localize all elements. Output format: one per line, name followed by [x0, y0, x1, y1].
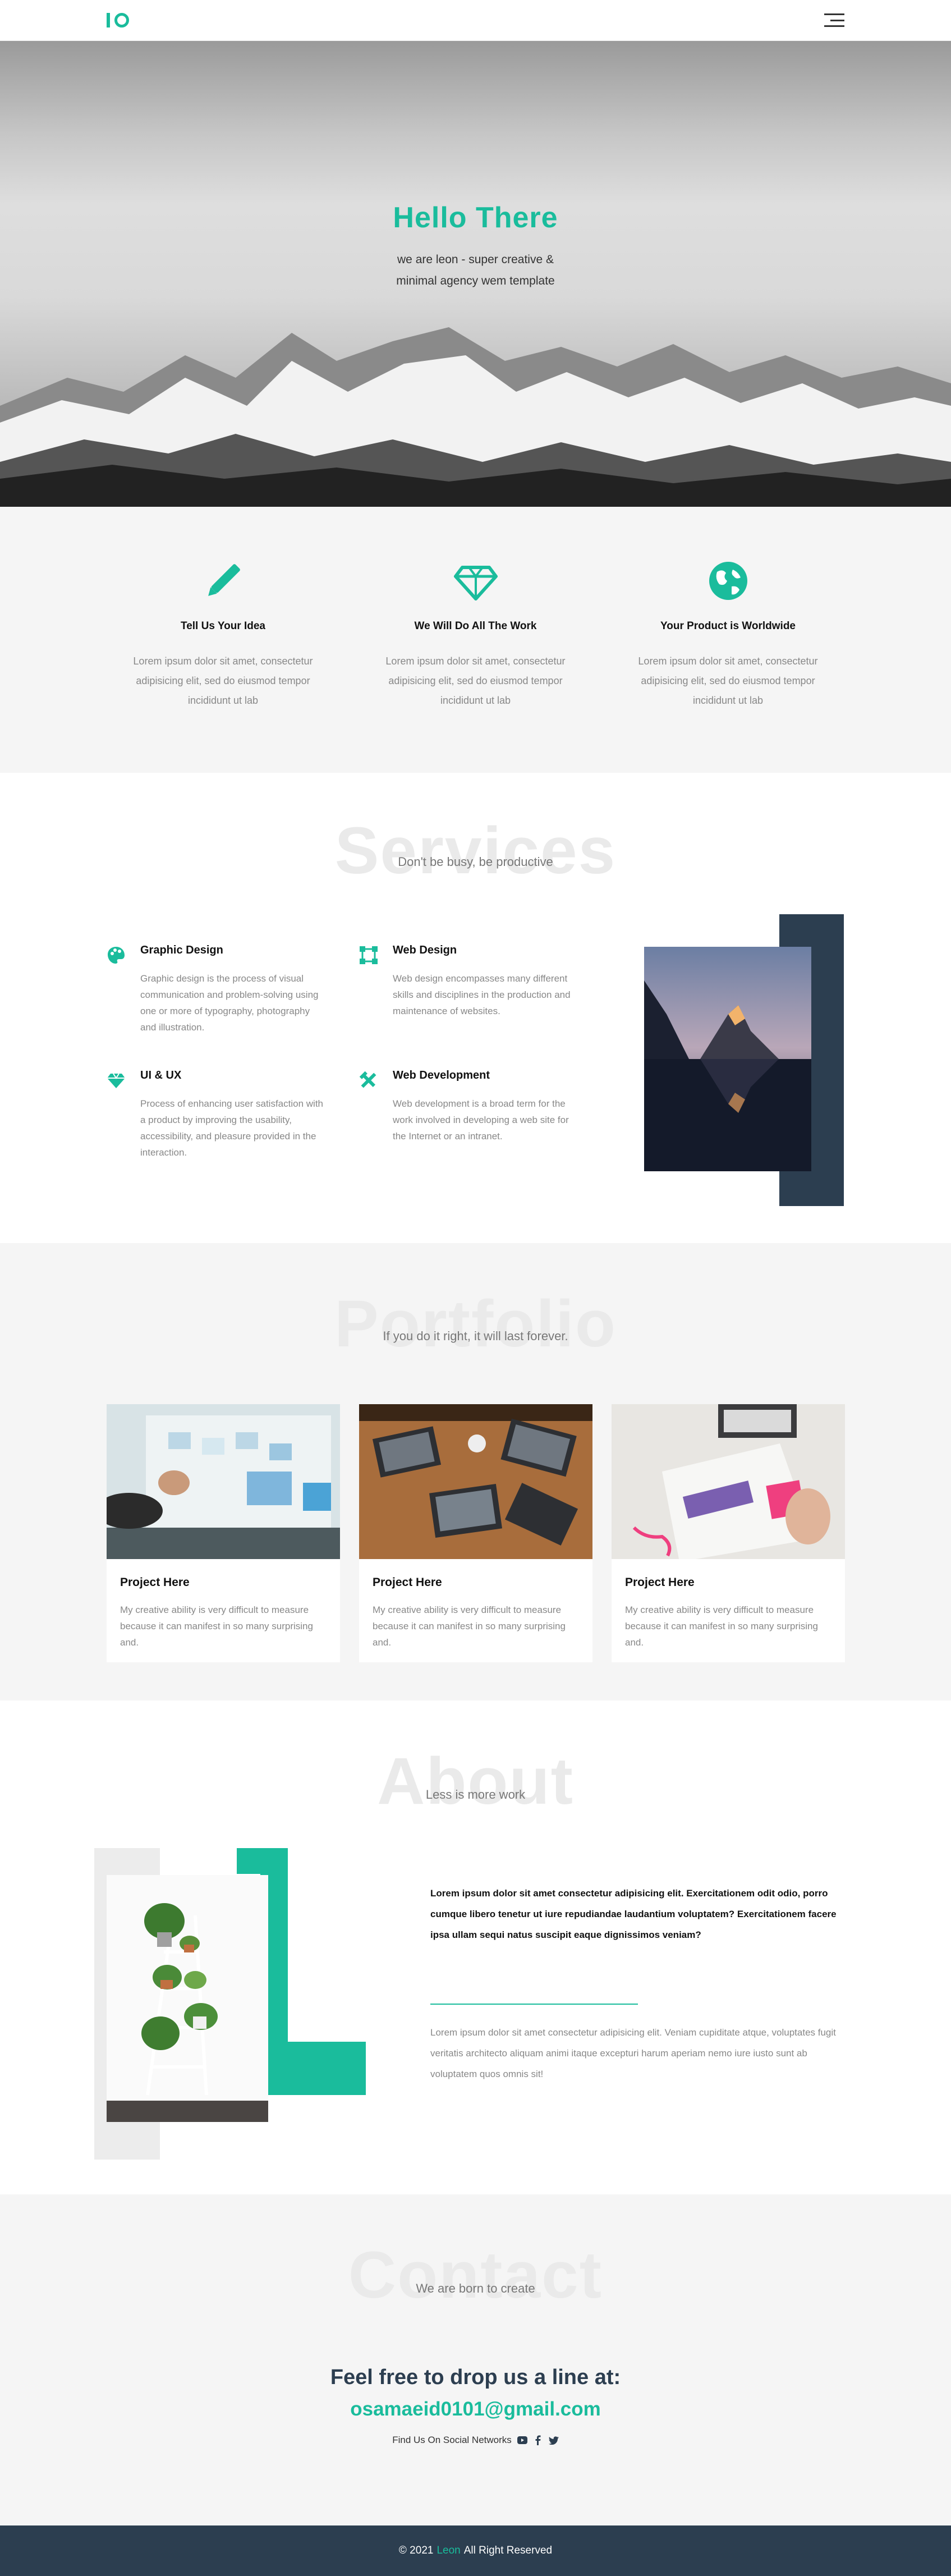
globe-icon — [619, 558, 838, 603]
page: Hello There we are leon - super creative… — [0, 0, 951, 2576]
diamond-icon — [366, 558, 585, 603]
contact-line: Feel free to drop us a line at: — [330, 2366, 621, 2389]
footer: © 2021 Leon All Right Reserved — [0, 2525, 951, 2576]
section-tagline: Less is more work — [425, 1787, 526, 1802]
feature-item: Your Product is Worldwide Lorem ipsum do… — [619, 558, 838, 773]
service-title: UI & UX — [140, 1069, 182, 1081]
youtube-icon[interactable] — [517, 2435, 527, 2445]
section-tagline: If you do it right, it will last forever… — [383, 1329, 568, 1343]
sketching-photo — [612, 1404, 845, 1559]
portfolio-card[interactable]: Project Here My creative ability is very… — [107, 1404, 340, 1662]
portfolio-heading-block: Portfolio If you do it right, it will la… — [0, 1291, 951, 1357]
mountains-illustration — [0, 327, 951, 507]
section-heading: Portfolio — [334, 1287, 617, 1361]
portfolio-card[interactable]: Project Here My creative ability is very… — [612, 1404, 845, 1662]
copyright-suffix: All Right Reserved — [463, 2545, 553, 2556]
gem-icon — [107, 1069, 128, 1161]
feature-text: Lorem ipsum dolor sit amet, consectetur … — [385, 656, 566, 706]
service-item: Web Design Web design encompasses many d… — [359, 944, 595, 1035]
service-item: Web Development Web development is a bro… — [359, 1069, 595, 1161]
logo[interactable] — [107, 12, 129, 29]
portfolio-cards: Project Here My creative ability is very… — [107, 1404, 845, 1662]
navbar — [0, 0, 951, 41]
section-tagline: Don't be busy, be productive — [398, 855, 553, 869]
service-text: Graphic design is the process of visual … — [140, 973, 319, 1033]
feature-title: Tell Us Your Idea — [181, 620, 265, 632]
feature-text: Lorem ipsum dolor sit amet, consectetur … — [638, 656, 818, 706]
logo-ring — [114, 13, 129, 27]
service-text: Web design encompasses many different sk… — [393, 973, 571, 1016]
laptops-photo — [359, 1404, 592, 1559]
about-section: About Less is more work Lorem ipsum dolo… — [0, 1700, 951, 2194]
menu-line — [830, 19, 844, 21]
contact-email-link[interactable]: osamaeid0101@gmail.com — [0, 2398, 951, 2421]
card-text: My creative ability is very difficult to… — [120, 1605, 313, 1648]
service-item: Graphic Design Graphic design is the pro… — [107, 944, 359, 1035]
card-title: Project Here — [373, 1576, 442, 1589]
social-row: Find Us On Social Networks — [0, 2435, 951, 2446]
feature-title: Your Product is Worldwide — [660, 620, 796, 632]
about-bold-text: Lorem ipsum dolor sit amet consectetur a… — [430, 1888, 837, 1940]
social-label: Find Us On Social Networks — [392, 2435, 512, 2445]
card-text: My creative ability is very difficult to… — [625, 1605, 818, 1648]
mountain-lake-photo — [644, 947, 811, 1171]
section-heading: About — [377, 1744, 574, 1818]
services-section: Services Don't be busy, be productive Gr… — [0, 773, 951, 1243]
hamburger-icon[interactable] — [824, 13, 844, 27]
service-text: Web development is a broad term for the … — [393, 1098, 569, 1142]
features-section: Tell Us Your Idea Lorem ipsum dolor sit … — [0, 507, 951, 773]
feature-text: Lorem ipsum dolor sit amet, consectetur … — [133, 656, 313, 706]
twitter-icon[interactable] — [548, 2435, 559, 2445]
card-text: My creative ability is very difficult to… — [373, 1605, 566, 1648]
hero-subtitle: we are leon - super creative & minimal a… — [396, 253, 555, 287]
contact-heading-block: Contact We are born to create — [0, 2242, 951, 2308]
portfolio-section: Portfolio If you do it right, it will la… — [0, 1243, 951, 1700]
contact-section: Contact We are born to create Feel free … — [0, 2194, 951, 2525]
menu-line — [824, 13, 844, 15]
hero-section: Hello There we are leon - super creative… — [0, 41, 951, 507]
vector-square-icon — [359, 944, 380, 1035]
service-title: Graphic Design — [140, 944, 223, 956]
about-heading-block: About Less is more work — [0, 1748, 951, 1814]
about-divider — [430, 2004, 638, 2005]
copyright-prefix: © 2021 — [398, 2545, 434, 2556]
service-title: Web Design — [393, 944, 457, 956]
section-heading: Contact — [348, 2238, 603, 2312]
card-title: Project Here — [625, 1576, 695, 1589]
section-tagline: We are born to create — [416, 2281, 535, 2295]
section-heading: Services — [334, 814, 617, 888]
pencil-icon — [114, 558, 333, 603]
feature-item: We Will Do All The Work Lorem ipsum dolo… — [366, 558, 585, 773]
portfolio-card[interactable]: Project Here My creative ability is very… — [359, 1404, 592, 1662]
footer-brand: Leon — [437, 2545, 461, 2556]
whiteboard-photo — [107, 1404, 340, 1559]
service-text: Process of enhancing user satisfaction w… — [140, 1098, 324, 1158]
feature-title: We Will Do All The Work — [414, 620, 537, 632]
services-heading-block: Services Don't be busy, be productive — [0, 818, 951, 884]
facebook-icon[interactable] — [533, 2435, 543, 2445]
service-item: UI & UX Process of enhancing user satisf… — [107, 1069, 359, 1161]
logo-bar — [107, 13, 110, 27]
palette-icon — [107, 944, 128, 1035]
hero-title: Hello There — [393, 201, 558, 234]
card-title: Project Here — [120, 1576, 190, 1589]
about-text: Lorem ipsum dolor sit amet consectetur a… — [430, 2027, 836, 2079]
tools-icon — [359, 1069, 380, 1161]
menu-line — [824, 25, 844, 27]
service-title: Web Development — [393, 1069, 490, 1081]
about-image-composition — [94, 1848, 366, 2160]
services-list: Graphic Design Graphic design is the pro… — [107, 944, 595, 1161]
feature-item: Tell Us Your Idea Lorem ipsum dolor sit … — [114, 558, 333, 773]
